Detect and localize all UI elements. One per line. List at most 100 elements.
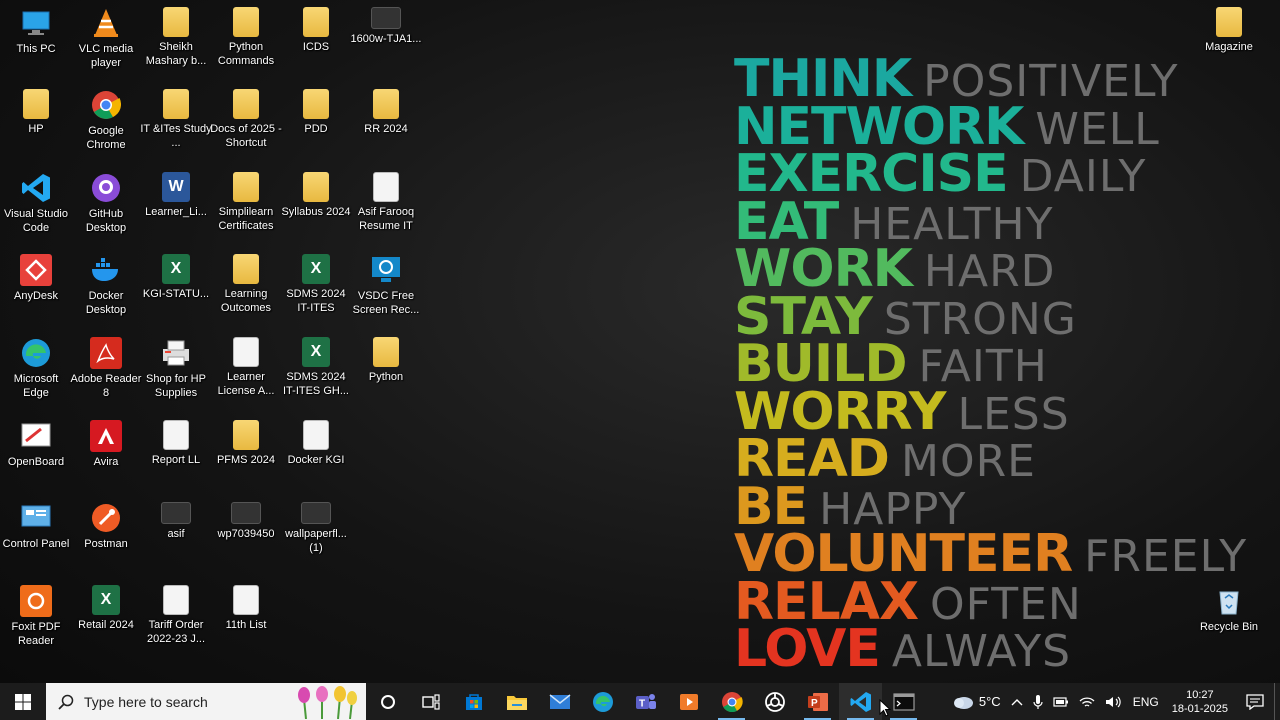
desktop-icon[interactable]: RR 2024 <box>350 89 422 136</box>
desktop-icon[interactable]: HP <box>0 89 72 136</box>
desktop-icon[interactable]: Foxit PDF Reader <box>0 585 72 648</box>
desktop-icon[interactable]: This PC <box>0 7 72 56</box>
desktop-icon[interactable]: Learner License A... <box>210 337 282 398</box>
motto-line: LOVE ALWAYS <box>734 623 1247 675</box>
microphone-button[interactable] <box>1028 694 1048 710</box>
document-icon <box>163 585 189 615</box>
desktop-icon[interactable]: Postman <box>70 502 142 551</box>
desktop-icon[interactable]: 1600w-TJA1... <box>350 7 422 46</box>
desktop-icon[interactable]: Asif Farooq Resume IT <box>350 172 422 233</box>
desktop-icon[interactable]: Avira <box>70 420 142 469</box>
desktop-icon[interactable]: X SDMS 2024 IT-ITES GH... <box>280 337 352 398</box>
desktop-icon[interactable]: ICDS <box>280 7 352 54</box>
motto-light-word: FREELY <box>1084 531 1248 582</box>
desktop-icon[interactable]: W Learner_Li... <box>140 172 212 219</box>
desktop-icon[interactable]: OpenBoard <box>0 420 72 469</box>
desktop-icon[interactable]: Visual Studio Code <box>0 172 72 235</box>
desktop-icon[interactable]: GitHub Desktop <box>70 172 142 235</box>
desktop-icon[interactable]: VLC media player <box>70 7 142 70</box>
desktop-icon[interactable]: Microsoft Edge <box>0 337 72 400</box>
desktop-icon[interactable]: Simplilearn Certificates <box>210 172 282 233</box>
media-player-button[interactable] <box>667 683 710 720</box>
desktop-icon[interactable]: VSDC Free Screen Rec... <box>350 254 422 317</box>
motto-bold-word: EXERCISE <box>734 144 1009 204</box>
weather-widget[interactable]: 5°C <box>946 694 1006 710</box>
desktop-icon[interactable]: Python <box>350 337 422 384</box>
desktop-icon-label: KGI-STATU... <box>142 288 210 300</box>
battery-icon <box>1053 696 1068 707</box>
volume-button[interactable] <box>1100 695 1128 709</box>
desktop-icon-label: Learner License A... <box>217 371 275 397</box>
file-explorer-button[interactable] <box>495 683 538 720</box>
desktop-icon[interactable]: 11th List <box>210 585 282 632</box>
desktop-icon-label: SDMS 2024 IT-ITES <box>286 288 346 314</box>
edge-taskbar-button[interactable] <box>581 683 624 720</box>
clock[interactable]: 10:27 18-01-2025 <box>1164 688 1236 716</box>
desktop-icon[interactable]: Shop for HP Supplies <box>140 337 212 400</box>
desktop-icon-label: Postman <box>84 538 128 550</box>
desktop-icon[interactable]: wp7039450 <box>210 502 282 541</box>
cortana-button[interactable] <box>366 683 409 720</box>
desktop-icon[interactable]: Control Panel <box>0 502 72 551</box>
task-view-button[interactable] <box>409 683 452 720</box>
store-button[interactable] <box>452 683 495 720</box>
desktop-icon-label: RR 2024 <box>364 123 408 135</box>
chrome-icon <box>721 691 743 712</box>
notifications-button[interactable] <box>1236 693 1274 710</box>
desktop-icon[interactable]: PDD <box>280 89 352 136</box>
desktop-icon[interactable]: asif <box>140 502 212 541</box>
powerpoint-icon: P <box>807 692 828 711</box>
desktop-icon[interactable]: X Retail 2024 <box>70 585 142 632</box>
desktop-icon[interactable]: Magazine <box>1193 7 1265 54</box>
motto-light-word: DAILY <box>1019 151 1147 202</box>
folder-icon <box>373 337 399 367</box>
word-icon: W <box>162 172 190 202</box>
chatgpt-icon <box>764 691 785 712</box>
folder-icon <box>233 7 259 37</box>
document-icon <box>303 420 329 450</box>
show-hidden-icons-button[interactable] <box>1006 698 1028 706</box>
desktop-icon[interactable]: IT &ITes Study ... <box>140 89 212 150</box>
powerpoint-button[interactable]: P <box>796 683 839 720</box>
desktop-icon[interactable]: Learning Outcomes <box>210 254 282 315</box>
desktop-icon[interactable]: PFMS 2024 <box>210 420 282 467</box>
desktop-icon[interactable]: AnyDesk <box>0 254 72 303</box>
chrome-taskbar-button[interactable] <box>710 683 753 720</box>
desktop-icon[interactable]: Docker Desktop <box>70 254 142 317</box>
desktop-icon[interactable]: Sheikh Mashary b... <box>140 7 212 68</box>
desktop-icon[interactable]: X SDMS 2024 IT-ITES <box>280 254 352 315</box>
desktop-icon[interactable]: Google Chrome <box>70 89 142 152</box>
desktop-icon[interactable]: Adobe Reader 8 <box>70 337 142 400</box>
teams-button[interactable]: T <box>624 683 667 720</box>
search-input[interactable] <box>84 693 304 710</box>
folder-icon <box>163 89 189 119</box>
battery-button[interactable] <box>1048 695 1074 709</box>
desktop-icon[interactable]: Syllabus 2024 <box>280 172 352 219</box>
mouse-cursor-icon <box>879 699 891 717</box>
tulips-icon <box>292 685 362 719</box>
mail-button[interactable] <box>538 683 581 720</box>
wifi-icon <box>1079 696 1095 707</box>
desktop-icon-label: Control Panel <box>2 538 70 550</box>
desktop-icon[interactable]: Tariff Order 2022-23 J... <box>140 585 212 646</box>
desktop-icon[interactable]: Docs of 2025 - Shortcut <box>210 89 282 150</box>
windows-logo-icon <box>15 693 31 710</box>
monitor-icon <box>20 7 52 39</box>
chatgpt-button[interactable] <box>753 683 796 720</box>
taskbar-search-box[interactable] <box>46 683 366 720</box>
desktop-icon[interactable]: Docker KGI <box>280 420 352 467</box>
vscode-taskbar-button[interactable] <box>839 683 882 720</box>
start-button[interactable] <box>0 683 46 720</box>
desktop-icon[interactable]: wallpaperfl... (1) <box>280 502 352 555</box>
show-desktop-button[interactable] <box>1274 683 1280 720</box>
desktop-icon[interactable]: Python Commands <box>210 7 282 68</box>
motto-light-word: HARD <box>923 246 1056 297</box>
desktop-icon[interactable]: Report LL <box>140 420 212 467</box>
desktop-icon[interactable]: X KGI-STATU... <box>140 254 212 301</box>
language-indicator[interactable]: ENG <box>1128 695 1164 709</box>
excel-icon: X <box>92 585 120 615</box>
desktop-icon-label: SDMS 2024 IT-ITES GH... <box>282 371 349 397</box>
network-button[interactable] <box>1074 695 1100 709</box>
desktop-icon-label: Google Chrome <box>86 125 126 151</box>
folder-icon <box>373 89 399 119</box>
